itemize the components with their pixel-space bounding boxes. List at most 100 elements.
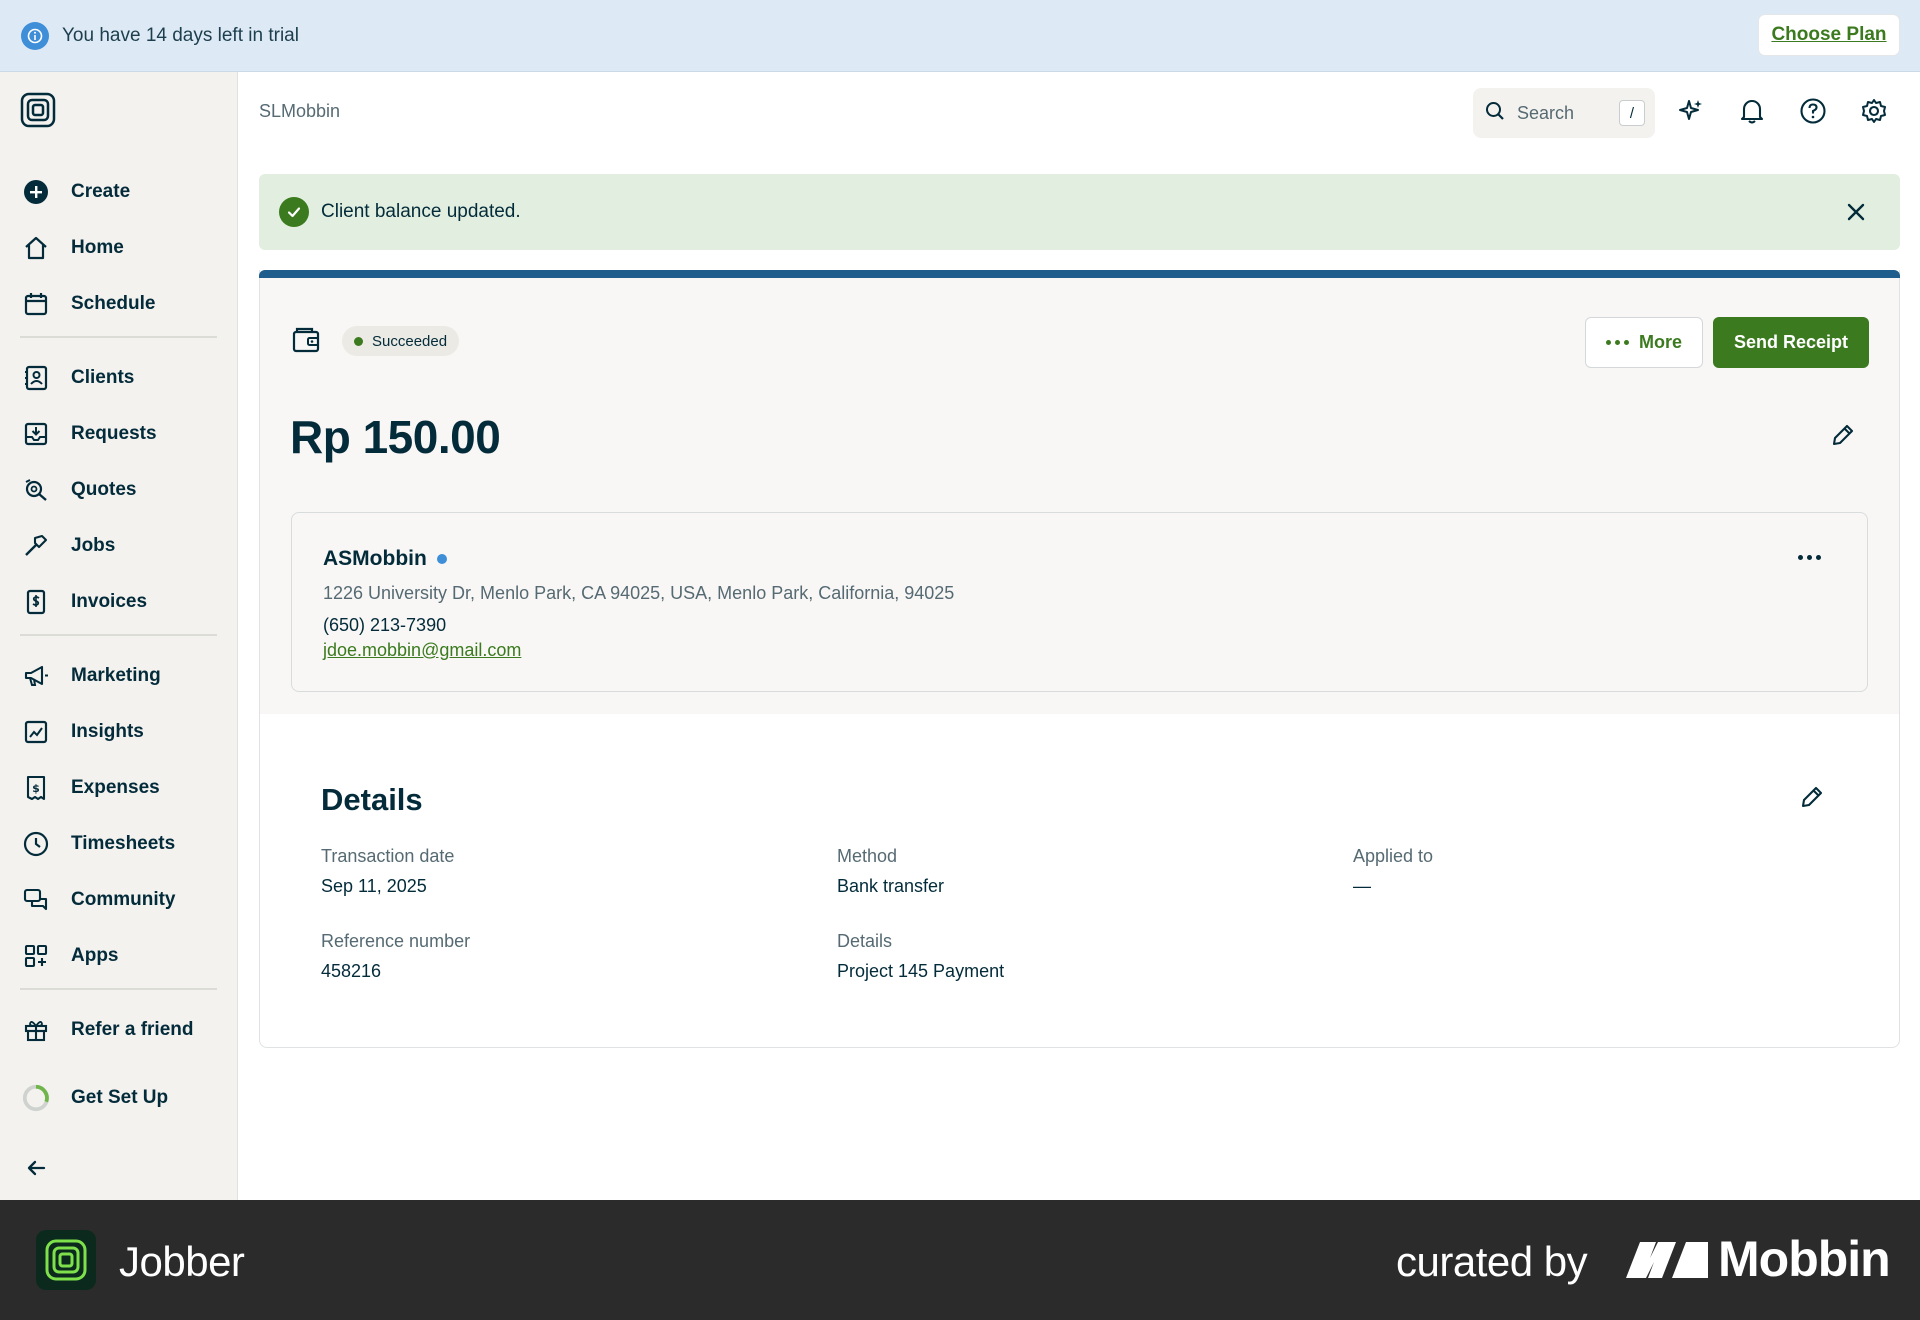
send-receipt-button[interactable]: Send Receipt xyxy=(1713,317,1869,368)
sidebar-item-label: Jobs xyxy=(71,535,116,556)
progress-ring-icon xyxy=(22,1084,50,1112)
pencil-icon xyxy=(1832,424,1854,446)
pencil-icon xyxy=(1801,786,1823,808)
details-title: Details xyxy=(321,782,423,817)
sidebar-item-requests[interactable]: Requests xyxy=(0,412,237,456)
toast-message: Client balance updated. xyxy=(321,201,521,222)
client-email-link[interactable]: jdoe.mobbin@gmail.com xyxy=(323,640,521,661)
reference-number-value: 458216 xyxy=(321,961,382,981)
gear-icon xyxy=(1860,97,1888,130)
client-name[interactable]: ASMobbin xyxy=(323,547,447,571)
sidebar-item-label: Insights xyxy=(71,721,144,742)
quote-search-icon xyxy=(22,476,50,504)
close-toast-button[interactable] xyxy=(1842,198,1870,226)
status-badge: Succeeded xyxy=(342,326,460,356)
client-indicator-dot xyxy=(436,554,447,564)
status-dot xyxy=(354,336,363,346)
client-name-text: ASMobbin xyxy=(323,547,427,570)
sidebar-item-insights[interactable]: Insights xyxy=(0,710,237,754)
collapse-sidebar-button[interactable] xyxy=(0,1146,237,1190)
edit-amount-button[interactable] xyxy=(1828,420,1858,450)
choose-plan-button[interactable]: Choose Plan xyxy=(1759,15,1899,55)
trial-banner: You have 14 days left in trial Choose Pl… xyxy=(0,0,1920,72)
chat-bubbles-icon xyxy=(22,886,50,914)
sidebar-divider xyxy=(20,634,217,636)
ellipsis-icon xyxy=(1605,340,1629,345)
sidebar-item-label: Get Set Up xyxy=(71,1087,169,1108)
help-button[interactable] xyxy=(1796,96,1830,130)
arrow-left-icon xyxy=(22,1154,50,1182)
sidebar-item-create[interactable]: Create xyxy=(0,170,237,214)
home-icon xyxy=(22,234,50,262)
sidebar-item-marketing[interactable]: Marketing xyxy=(0,654,237,698)
payment-summary: Succeeded More Send Receipt Rp 150.00 AS… xyxy=(260,278,1899,714)
transaction-date-value: Sep 11, 2025 xyxy=(321,876,427,896)
client-address: 1226 University Dr, Menlo Park, CA 94025… xyxy=(323,583,955,603)
breadcrumb[interactable]: SLMobbin xyxy=(259,101,340,122)
sidebar-item-label: Schedule xyxy=(71,293,156,314)
sidebar-item-label: Refer a friend xyxy=(71,1019,194,1040)
sidebar-item-label: Create xyxy=(71,181,131,202)
calendar-icon xyxy=(22,290,50,318)
mobbin-logo-icon xyxy=(1626,1242,1708,1278)
payment-card: Succeeded More Send Receipt Rp 150.00 AS… xyxy=(259,270,1900,1048)
search-input[interactable] xyxy=(1517,102,1617,124)
contact-book-icon xyxy=(22,364,50,392)
notifications-button[interactable] xyxy=(1735,96,1769,130)
sidebar-item-quotes[interactable]: Quotes xyxy=(0,468,237,512)
reference-number-label: Reference number xyxy=(321,931,471,951)
sidebar-item-schedule[interactable]: Schedule xyxy=(0,282,237,326)
card-accent-bar xyxy=(259,270,1900,278)
gift-icon xyxy=(22,1016,50,1044)
sidebar-item-apps[interactable]: Apps xyxy=(0,934,237,978)
search-box[interactable]: / xyxy=(1473,88,1655,138)
help-circle-icon xyxy=(1799,97,1827,130)
sidebar-item-label: Apps xyxy=(71,945,119,966)
hammer-icon xyxy=(22,532,50,560)
sidebar-item-label: Timesheets xyxy=(71,833,176,854)
sidebar-item-timesheets[interactable]: Timesheets xyxy=(0,822,237,866)
payment-amount: Rp 150.00 xyxy=(290,411,501,463)
chart-icon xyxy=(22,718,50,746)
apps-grid-icon xyxy=(22,942,50,970)
receipt-icon: $ xyxy=(22,774,50,802)
more-label: More xyxy=(1638,332,1682,352)
sidebar-item-invoices[interactable]: Invoices xyxy=(0,580,237,624)
client-phone: (650) 213-7390 xyxy=(323,615,447,635)
sidebar-item-label: Invoices xyxy=(71,591,148,612)
wallet-icon xyxy=(290,324,322,356)
megaphone-icon xyxy=(22,662,50,690)
jobber-logo-icon[interactable] xyxy=(20,92,56,128)
edit-details-button[interactable] xyxy=(1797,782,1827,812)
sidebar-item-refer[interactable]: Refer a friend xyxy=(0,1008,237,1052)
sidebar-item-jobs[interactable]: Jobs xyxy=(0,524,237,568)
svg-text:$: $ xyxy=(32,782,40,795)
status-label: Succeeded xyxy=(372,332,448,350)
sidebar-item-community[interactable]: Community xyxy=(0,878,237,922)
client-menu-button[interactable] xyxy=(1792,549,1827,566)
settings-button[interactable] xyxy=(1857,96,1891,130)
brand-name: Jobber xyxy=(119,1238,245,1285)
plus-circle-icon xyxy=(22,178,50,206)
sidebar-item-clients[interactable]: Clients xyxy=(0,356,237,400)
footer: Jobber curated by Mobbin xyxy=(0,1200,1920,1320)
sidebar-item-label: Clients xyxy=(71,367,135,388)
sidebar-item-label: Requests xyxy=(71,423,157,444)
search-shortcut-key: / xyxy=(1619,100,1645,126)
sidebar-item-home[interactable]: Home xyxy=(0,226,237,270)
check-circle-icon xyxy=(279,197,309,227)
sidebar-item-get-set-up[interactable]: Get Set Up xyxy=(0,1076,237,1120)
method-label: Method xyxy=(837,846,898,866)
ai-sparkle-button[interactable] xyxy=(1674,96,1708,130)
trial-text: You have 14 days left in trial xyxy=(62,24,299,46)
invoice-dollar-icon xyxy=(22,588,50,616)
jobber-brand-icon xyxy=(36,1230,96,1290)
client-card: ASMobbin 1226 University Dr, Menlo Park,… xyxy=(291,512,1868,692)
more-button[interactable]: More xyxy=(1585,317,1703,368)
success-toast: Client balance updated. xyxy=(259,174,1900,250)
sidebar: Create Home Schedule Clients Requests Qu… xyxy=(0,72,238,1200)
sidebar-item-expenses[interactable]: $ Expenses xyxy=(0,766,237,810)
sidebar-item-label: Marketing xyxy=(71,665,161,686)
close-icon xyxy=(1847,203,1865,221)
inbox-download-icon xyxy=(22,420,50,448)
